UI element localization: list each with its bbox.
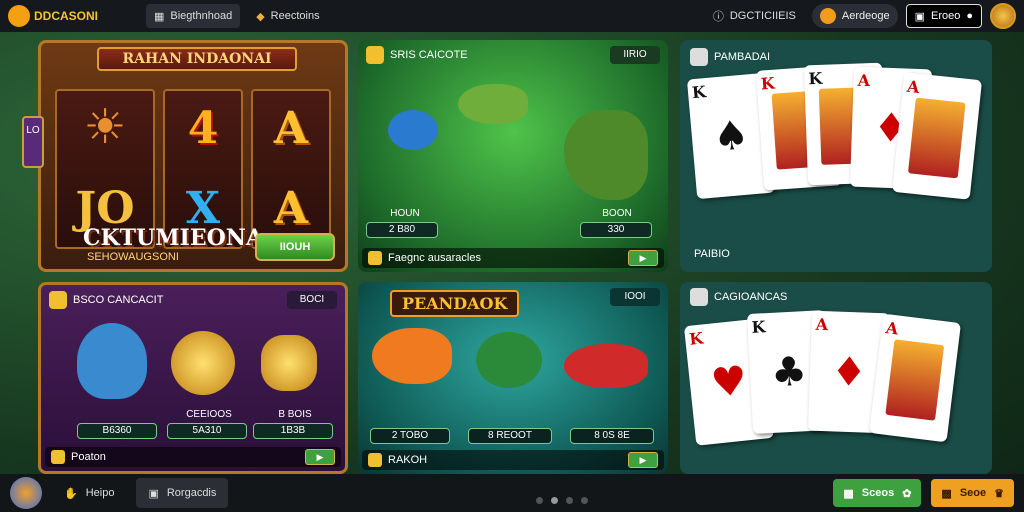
cards-game-card-2[interactable]: CAGIOANCAS K ♥ K ♣ A ♦ A [680, 282, 992, 474]
fish-game-card-2[interactable]: PEANDAOK IOOI 2 TOBO 8 REOOT 8 0S 8E RAK… [358, 282, 668, 474]
bottom-tab-1[interactable]: ✋ Heipo [52, 478, 126, 508]
fish-game-card-1[interactable]: SRIS CAICOTE IIRIO HOUN 2 B80 BOON 330 F… [358, 40, 668, 272]
stat-value: 330 [580, 222, 652, 238]
coins-badge: BOCI [287, 291, 337, 309]
grid-icon: ▣ [148, 487, 159, 500]
stat-label: HOUN [390, 208, 420, 219]
fish2-badge: IOOI [610, 288, 660, 306]
coins-title: BSCO CANCACIT [73, 294, 164, 306]
stat-value: 2 TOBO [370, 428, 450, 444]
fish1-title: SRIS CAICOTE [390, 49, 468, 61]
play-button[interactable]: ▶ [305, 449, 335, 465]
coins-footer: Poaton ▶ [45, 447, 341, 467]
stat-value: B6360 [77, 423, 157, 439]
thumb-icon: ✋ [64, 487, 78, 500]
tag-icon: ◆ [256, 10, 265, 23]
coin-stack-icon [171, 331, 235, 395]
pike-icon [564, 110, 648, 200]
reel-symbol: 4 [187, 103, 219, 154]
cards1-title: PAMBADAI [714, 51, 771, 63]
stat-value: 8 0S 8E [570, 428, 654, 444]
lure-icon [388, 110, 438, 150]
cards2-title: CAGIOANCAS [714, 291, 788, 303]
cards-icon [690, 48, 708, 66]
bottom-bar: ✋ Heipo ▣ Rorgacdis ▩ Sceos ✿ ▩ Seoe ♛ [0, 474, 1024, 512]
play-button[interactable]: ▶ [628, 452, 658, 468]
chest-icon: ▩ [941, 487, 952, 500]
stat-value: 5A310 [167, 423, 247, 439]
logo-icon [8, 5, 30, 27]
fish-icon [458, 84, 528, 124]
coin-icon [51, 450, 65, 464]
slot-game-card[interactable]: RAHAN INDAONAI ☀ JO 4 X A A CKTUMIEONA S… [38, 40, 348, 272]
page-dots [536, 497, 588, 504]
slot-subtitle: SEHOWAUGSONI [87, 251, 179, 263]
gift-icon: ▩ [843, 487, 854, 500]
lion-icon: ☀ [83, 99, 127, 155]
slot-title: RAHAN INDAONAI [97, 47, 297, 71]
top-bar: DDCASONI ▦ Biegthnhoad ◆ Reectoins ⓘ DGCTIC… [0, 0, 1024, 32]
balance-button[interactable]: ▣ Eroeo ● [905, 4, 982, 28]
fish1-badge: IIRIO [610, 46, 660, 64]
shark-icon [77, 323, 147, 399]
orange-action-button[interactable]: ▩ Seoe ♛ [931, 479, 1014, 507]
slot-headline: CKTUMIEONA [83, 225, 263, 251]
stat-value: 1B3B [253, 423, 333, 439]
fish2-title: PEANDAOK [390, 290, 520, 317]
fish2-footer: RAKOH ▶ [362, 450, 664, 470]
wallet-icon: ▣ [914, 10, 925, 23]
coin-icon [49, 291, 67, 309]
bobber-icon [476, 332, 542, 388]
clover-icon: ✿ [902, 487, 912, 500]
grid-icon: ▦ [154, 10, 165, 23]
coin-pile-icon [261, 335, 317, 391]
bottom-tab-2[interactable]: ▣ Rorgacdis [136, 478, 229, 508]
nav-tab-2[interactable]: ◆ Reectoins [248, 4, 327, 28]
redfish-icon [564, 344, 648, 388]
casino-logo[interactable]: DDCASONI [8, 5, 138, 27]
side-tab[interactable]: LO [22, 116, 44, 168]
avatar[interactable] [990, 3, 1016, 29]
close-icon: ● [966, 10, 973, 22]
goldfish-icon [372, 328, 452, 384]
stat-label: BOON [602, 208, 632, 219]
game-logo-icon[interactable] [10, 477, 42, 509]
play-button[interactable]: ▶ [628, 250, 658, 266]
playing-card: A [891, 72, 983, 200]
nav-tab-1[interactable]: ▦ Biegthnhoad [146, 4, 241, 28]
coin-icon [368, 453, 382, 467]
reel-symbol: A [273, 103, 309, 154]
stat-label: B BOIS [278, 409, 312, 420]
info-button[interactable]: ⓘ DGCTICIIEIS [705, 4, 804, 28]
stat-label: CEEIOOS [186, 409, 232, 420]
cards1-footer: PAIBIO [694, 248, 730, 260]
slot-play-button[interactable]: IIOUH [255, 233, 335, 261]
stat-value: 2 B80 [366, 222, 438, 238]
fish1-footer: Faegnc ausaracles ▶ [362, 248, 664, 268]
coin-icon [368, 251, 382, 265]
profile-pill[interactable]: Aerdeoge [811, 4, 898, 28]
coins-game-card[interactable]: BSCO CANCACIT BOCI B6360 CEEIOOS 5A310 B… [38, 282, 348, 474]
cards-icon [690, 288, 708, 306]
info-icon: ⓘ [712, 11, 724, 23]
cards-game-card-1[interactable]: PAMBADAI K ♠ K K A ♦ A PAIBIO [680, 40, 992, 272]
coin-icon [366, 46, 384, 64]
stat-value: 8 REOOT [468, 428, 552, 444]
playing-card: A [868, 313, 962, 443]
user-icon [819, 8, 836, 24]
crown-icon: ♛ [994, 487, 1004, 500]
green-action-button[interactable]: ▩ Sceos ✿ [833, 479, 922, 507]
